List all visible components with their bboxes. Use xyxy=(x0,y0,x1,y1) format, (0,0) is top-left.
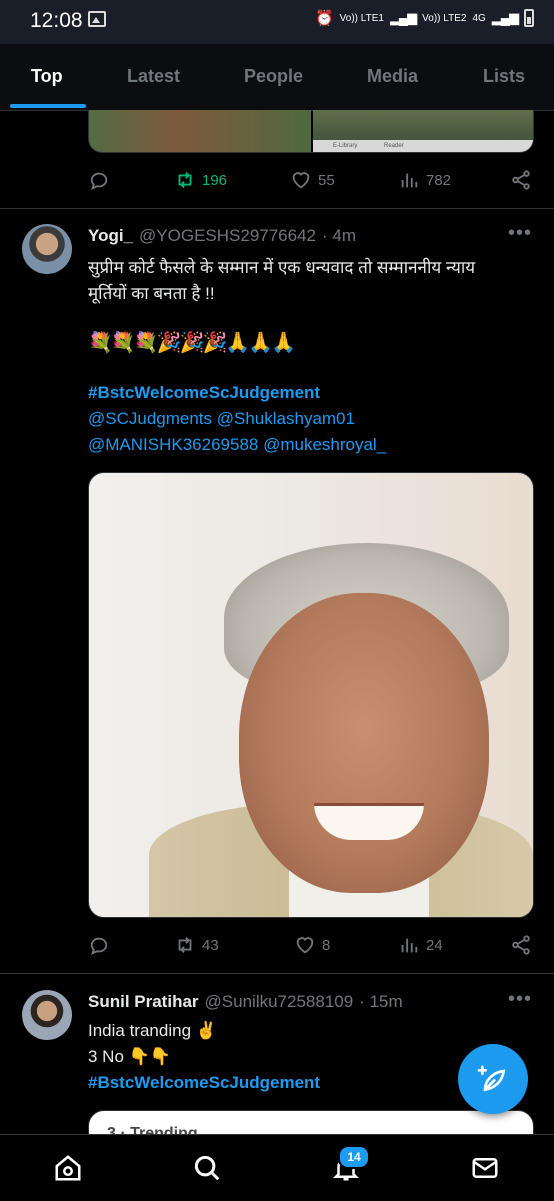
network-1-label: Vo)) LTE1 xyxy=(339,12,384,24)
tab-top[interactable]: Top xyxy=(31,66,63,87)
search-tabs: Top Latest People Media Lists xyxy=(0,44,554,111)
previous-tweet-media[interactable]: E-Library Reader xyxy=(88,110,534,153)
author-handle[interactable]: @YOGESHS29776642 xyxy=(139,226,316,246)
avatar[interactable] xyxy=(22,990,72,1040)
home-button[interactable] xyxy=(49,1149,87,1187)
tweet-photo[interactable] xyxy=(88,472,534,918)
share-button[interactable] xyxy=(510,169,532,191)
views-button[interactable]: 782 xyxy=(398,169,451,191)
media-caption-2: Reader xyxy=(384,143,404,149)
views-count: 782 xyxy=(426,171,452,189)
status-indicators: ⏰ Vo)) LTE1 ▂▄▆ Vo)) LTE2 4G ▂▄▆ xyxy=(315,9,534,27)
home-icon xyxy=(55,1155,81,1181)
like-count: 55 xyxy=(318,171,335,189)
share-icon xyxy=(512,935,530,955)
more-icon[interactable]: ••• xyxy=(508,988,532,1011)
tweet-divider xyxy=(0,208,554,209)
hashtag-link[interactable]: #BstcWelcomeScJudgement xyxy=(88,380,532,406)
like-count: 8 xyxy=(322,936,331,954)
reply-icon xyxy=(90,937,108,955)
reply-icon xyxy=(90,172,108,190)
tab-lists[interactable]: Lists xyxy=(483,66,525,87)
views-count: 24 xyxy=(426,936,443,954)
share-icon xyxy=(512,170,530,190)
tweet-header: Sunil Pratihar @Sunilku72588109 · 15m xyxy=(88,992,403,1012)
retweet-icon xyxy=(178,937,192,953)
messages-button[interactable] xyxy=(466,1149,504,1187)
retweet-count: 196 xyxy=(202,171,228,189)
search-icon xyxy=(194,1155,220,1181)
notifications-badge: 14 xyxy=(338,1145,370,1169)
tweet-emoji-line: 💐💐💐🎉🎉🎉🙏🙏🙏 xyxy=(88,332,296,354)
retweet-icon xyxy=(178,172,192,188)
tweet-tags: #BstcWelcomeScJudgement @SCJudgments @Sh… xyxy=(88,380,532,458)
signal-2-icon: ▂▄▆ xyxy=(491,10,519,25)
tweet-header: Yogi_ @YOGESHS29776642 · 4m xyxy=(88,226,356,246)
network-2-label: Vo)) LTE2 xyxy=(422,12,467,24)
more-icon[interactable]: ••• xyxy=(508,222,532,245)
previous-tweet-actions: 196 55 782 xyxy=(88,167,532,193)
reply-button[interactable] xyxy=(88,169,110,191)
tab-media[interactable]: Media xyxy=(367,66,418,87)
retweet-button[interactable]: 196 xyxy=(174,169,227,191)
media-caption-strip: E-Library Reader xyxy=(313,140,533,152)
author-handle[interactable]: @Sunilku72588109 xyxy=(205,992,354,1012)
tab-latest[interactable]: Latest xyxy=(127,66,180,87)
views-icon xyxy=(401,938,418,953)
tab-people[interactable]: People xyxy=(244,66,303,87)
compose-button[interactable] xyxy=(458,1044,528,1114)
avatar[interactable] xyxy=(22,224,72,274)
views-button[interactable]: 24 xyxy=(398,934,443,956)
tweet-actions: 43 8 24 xyxy=(88,932,532,958)
like-button[interactable]: 8 xyxy=(294,934,330,956)
share-button[interactable] xyxy=(510,934,532,956)
tweet-time: · 15m xyxy=(359,992,403,1011)
data-type-label: 4G xyxy=(472,12,486,24)
messages-icon xyxy=(472,1158,498,1178)
mentions-line-1[interactable]: @SCJudgments @Shuklashyam01 xyxy=(88,406,532,432)
signal-1-icon: ▂▄▆ xyxy=(389,10,417,25)
tweet-text-line-1: सुप्रीम कोर्ट फैसले के सम्मान में एक धन्… xyxy=(88,258,476,277)
photo-face xyxy=(239,593,489,893)
alarm-icon: ⏰ xyxy=(314,10,334,27)
search-button[interactable] xyxy=(188,1149,226,1187)
tweet-text-line-1: India tranding ✌️ xyxy=(88,1021,217,1040)
media-caption-1: E-Library xyxy=(333,143,358,149)
status-time: 12:08 xyxy=(30,9,83,32)
retweet-count: 43 xyxy=(202,936,219,954)
compose-icon xyxy=(477,1065,506,1092)
battery-icon xyxy=(524,9,534,27)
gallery-notification-icon xyxy=(88,11,106,27)
tweet-time: · 4m xyxy=(322,226,357,245)
like-icon xyxy=(292,172,310,189)
tweet-text-line-2: मूर्तियों का बनता है !! xyxy=(88,284,215,303)
like-button[interactable]: 55 xyxy=(290,169,335,191)
tweet-body: सुप्रीम कोर्ट फैसले के सम्मान में एक धन्… xyxy=(88,255,532,307)
media-image-left[interactable] xyxy=(89,110,311,152)
tweet-divider xyxy=(0,973,554,974)
bottom-navigation: 14 xyxy=(0,1134,554,1201)
reply-button[interactable] xyxy=(88,934,110,956)
like-icon xyxy=(296,937,314,954)
status-bar: 12:08 ⏰ Vo)) LTE1 ▂▄▆ Vo)) LTE2 4G ▂▄▆ xyxy=(0,0,554,44)
active-tab-indicator xyxy=(10,104,86,108)
views-icon xyxy=(401,173,418,188)
author-name[interactable]: Yogi_ xyxy=(88,226,133,246)
author-name[interactable]: Sunil Pratihar xyxy=(88,992,199,1012)
mentions-line-2[interactable]: @MANISHK36269588 @mukeshroyal_ xyxy=(88,432,532,458)
retweet-button[interactable]: 43 xyxy=(174,934,219,956)
